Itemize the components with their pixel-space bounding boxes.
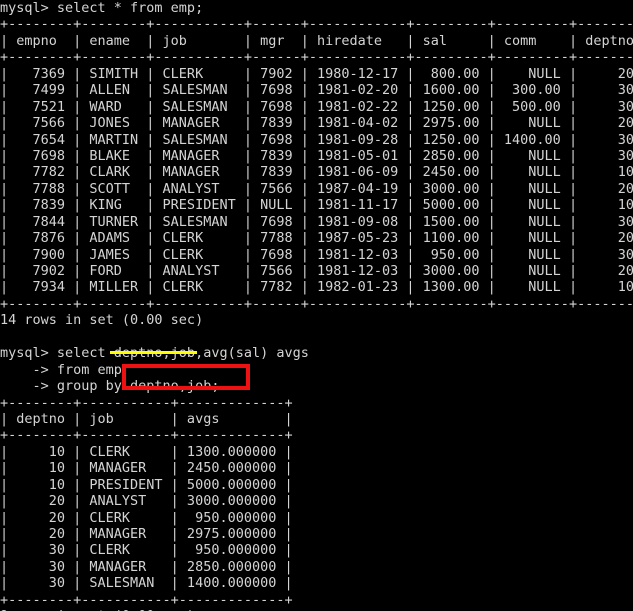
table-row: | 20 | MANAGER | 2975.000000 | — [0, 526, 293, 542]
table2-separator-bottom: +--------+-----------+-------------+ — [0, 591, 293, 608]
query2-command-line-1: mysql> select deptno,job,avg(sal) avgs — [0, 345, 309, 362]
table-row: | 10 | CLERK | 1300.000000 | — [0, 443, 293, 460]
table-row: | 7839 | KING | PRESIDENT | NULL | 1981-… — [0, 197, 633, 214]
table-row: | 7521 | WARD | SALESMAN | 7698 | 1981-0… — [0, 98, 633, 115]
table2-header-row: | deptno | job | avgs | — [0, 410, 293, 427]
table-row: | 7844 | TURNER | SALESMAN | 7698 | 1981… — [0, 213, 633, 230]
table-row: | 7369 | SIMITH | CLERK | 7902 | 1980-12… — [0, 65, 633, 82]
query1-command: mysql> select * from emp; — [0, 0, 204, 16]
table-row: | 7902 | FORD | ANALYST | 7566 | 1981-12… — [0, 263, 633, 279]
table-header-row: | empno | ename | job | mgr | hiredate |… — [0, 32, 633, 49]
query2-command-line-3: -> group by deptno,job; — [0, 378, 220, 395]
table2-separator-top: +--------+-----------+-------------+ — [0, 394, 293, 411]
table-row: | 7654 | MARTIN | SALESMAN | 7698 | 1981… — [0, 131, 633, 148]
table-row: | 7698 | BLAKE | MANAGER | 7839 | 1981-0… — [0, 147, 633, 164]
table-row: | 10 | MANAGER | 2450.000000 | — [0, 460, 293, 477]
table-separator-bottom: +--------+--------+-----------+------+--… — [0, 295, 633, 312]
terminal-window: mysql> select * from emp; +--------+----… — [0, 0, 633, 611]
table-row: | 20 | CLERK | 950.000000 | — [0, 509, 293, 526]
table-separator-mid: +--------+--------+-----------+------+--… — [0, 49, 633, 66]
table-separator-top: +--------+--------+-----------+------+--… — [0, 16, 633, 33]
table-body: | 7369 | SIMITH | CLERK | 7902 | 1980-12… — [0, 66, 633, 296]
yellow-underline-annotation — [110, 351, 197, 354]
table-row: | 30 | SALESMAN | 1400.000000 | — [0, 575, 293, 592]
table2-body: | 10 | CLERK | 1300.000000 | | 10 | MANAG… — [0, 444, 633, 592]
table-row: | 7934 | MILLER | CLERK | 7782 | 1982-01… — [0, 279, 633, 296]
table-row: | 10 | PRESIDENT | 5000.000000 | — [0, 476, 293, 493]
table-row: | 20 | ANALYST | 3000.000000 | — [0, 493, 293, 510]
query1-status: 14 rows in set (0.00 sec) — [0, 312, 204, 329]
query2-command-line-2: -> from emp — [0, 361, 122, 378]
table2-separator-mid: +--------+-----------+-------------+ — [0, 427, 293, 444]
query1-result-table: +--------+--------+-----------+------+--… — [0, 16, 633, 312]
table-row: | 7788 | SCOTT | ANALYST | 7566 | 1987-0… — [0, 180, 633, 197]
table-row: | 7499 | ALLEN | SALESMAN | 7698 | 1981-… — [0, 82, 633, 99]
table-row: | 7876 | ADAMS | CLERK | 7788 | 1987-05-… — [0, 230, 633, 247]
table-row: | 7782 | CLARK | MANAGER | 7839 | 1981-0… — [0, 164, 633, 181]
table-row: | 30 | MANAGER | 2850.000000 | — [0, 558, 293, 575]
table-row: | 7566 | JONES | MANAGER | 7839 | 1981-0… — [0, 115, 633, 132]
query2-result-table: +--------+-----------+-------------+ | d… — [0, 395, 633, 609]
red-box-annotation — [122, 364, 250, 390]
table-row: | 7900 | JAMES | CLERK | 7698 | 1981-12-… — [0, 246, 633, 263]
table-row: | 30 | CLERK | 950.000000 | — [0, 542, 293, 559]
